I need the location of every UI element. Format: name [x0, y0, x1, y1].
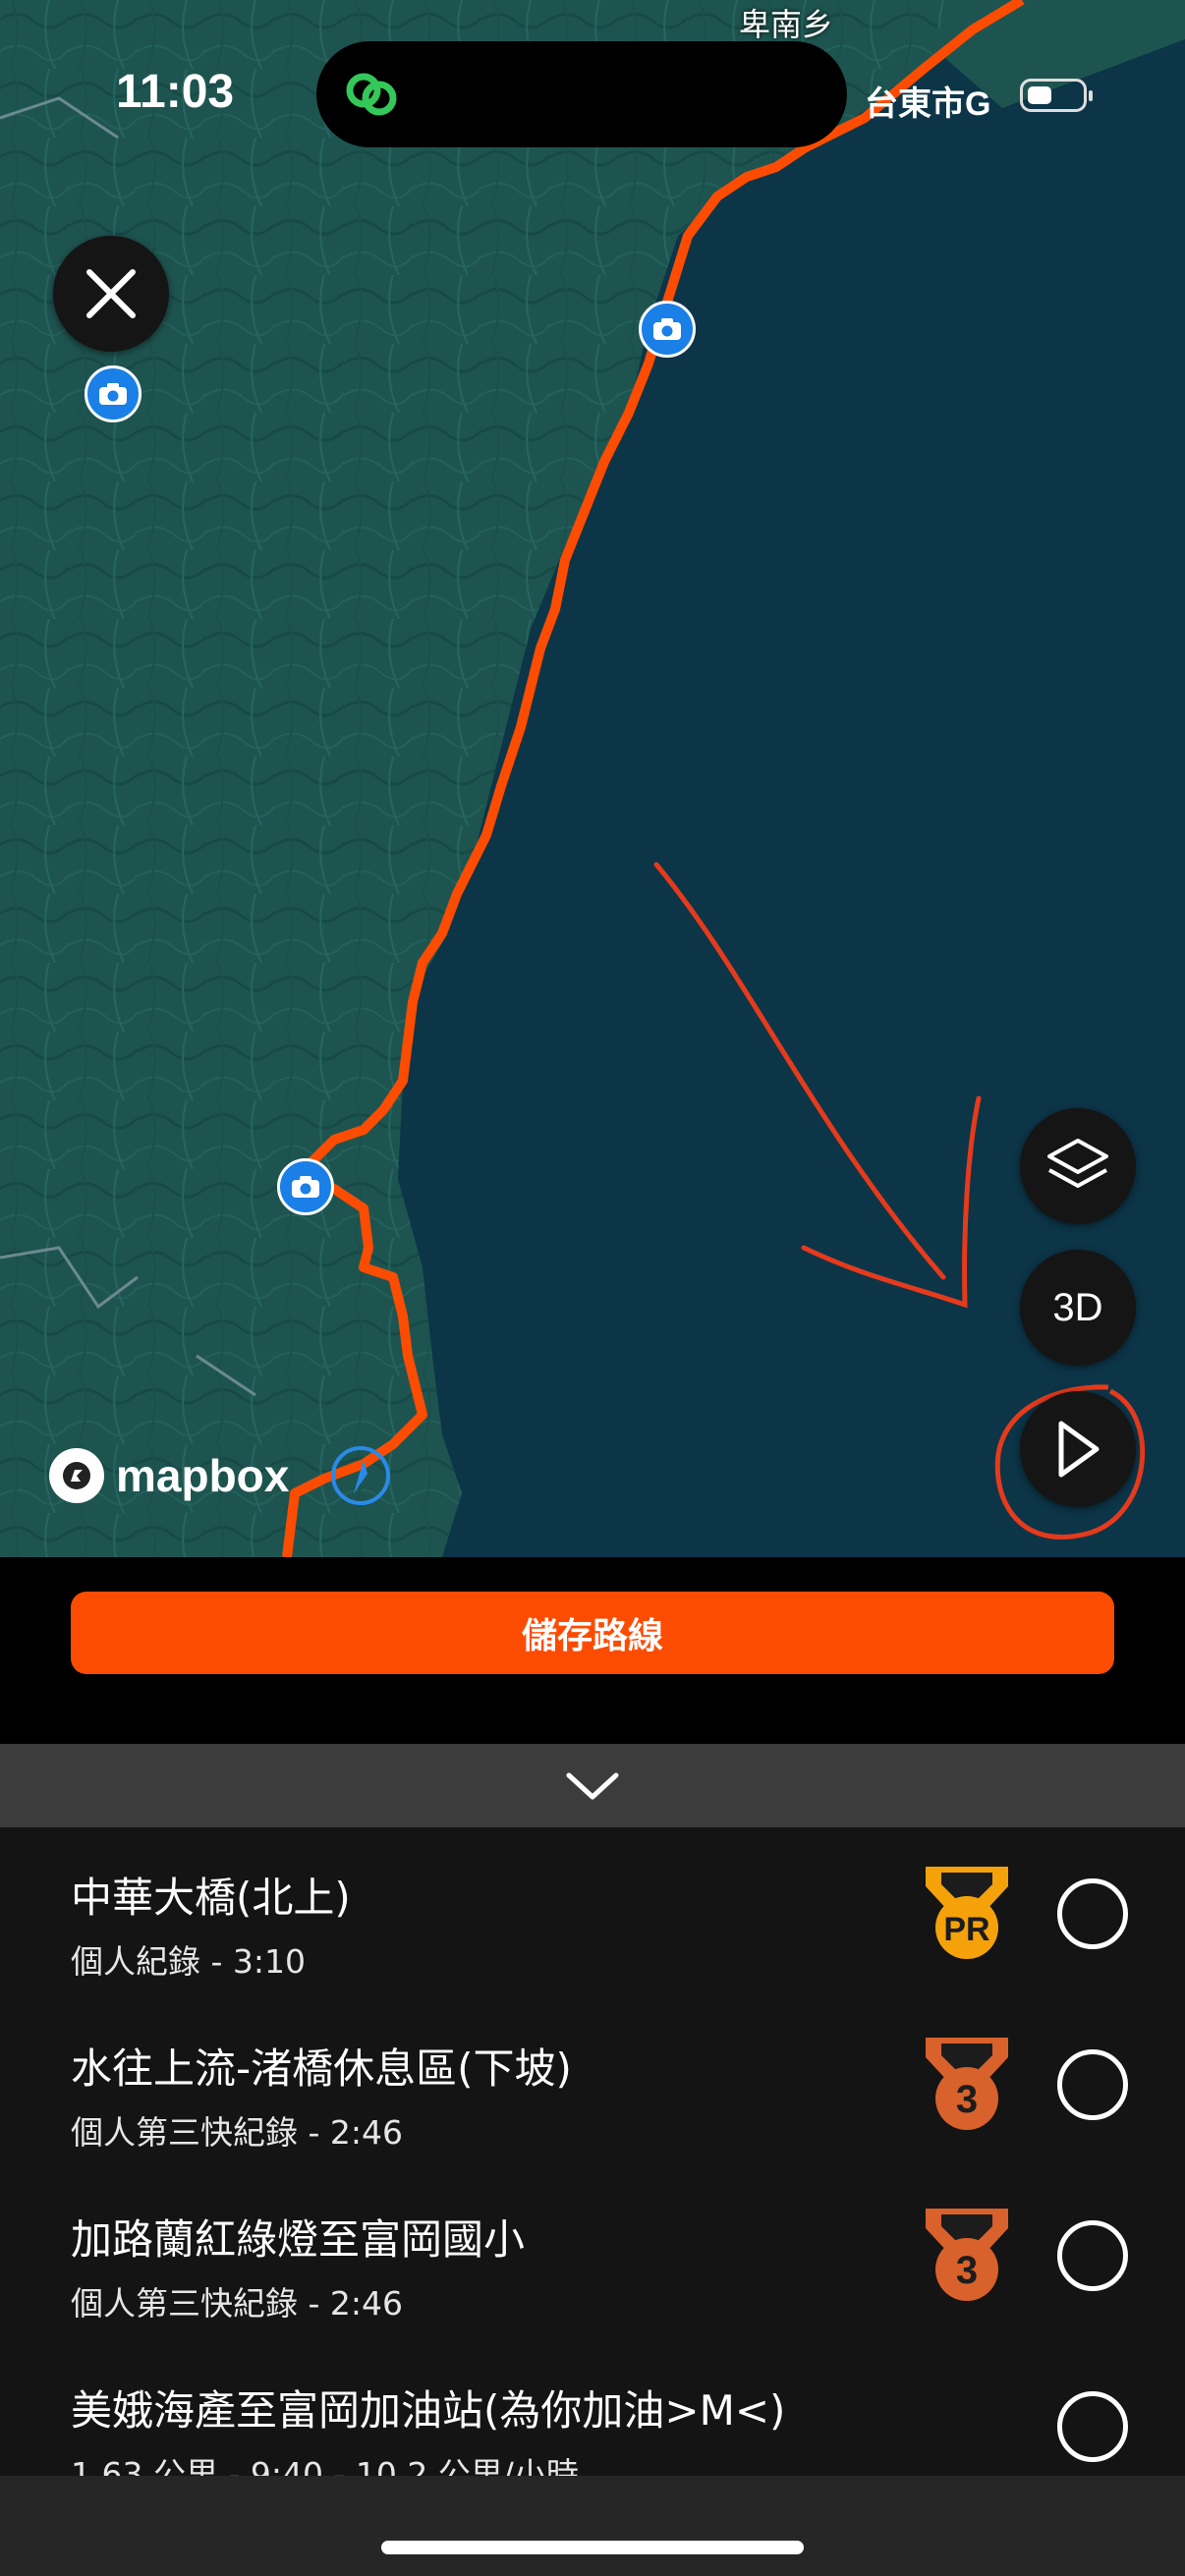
third-place-medal-icon: 3 [926, 2038, 1008, 2130]
play-icon [1058, 1421, 1100, 1478]
layers-icon [1047, 1139, 1108, 1188]
collapse-panel-bar[interactable] [0, 1744, 1185, 1827]
segment-select-radio[interactable] [1057, 2220, 1128, 2291]
mapbox-attribution[interactable]: mapbox [49, 1448, 289, 1503]
map-view[interactable]: 卑南乡 11:03 台東市G 3D mapbox [0, 0, 1185, 1557]
segment-subtitle: 1.63 公里 - 9:40 - 10.2 公里/小時 [71, 2455, 579, 2476]
segment-row[interactable]: 加路蘭紅綠燈至富岡國小 個人第三快紀錄 - 2:46 3 [0, 2169, 1185, 2340]
segment-select-radio[interactable] [1057, 2391, 1128, 2462]
town-label: 卑南乡 [739, 6, 834, 43]
segment-row[interactable]: 中華大橋(北上) 個人紀錄 - 3:10 PR [0, 1827, 1185, 1998]
mapbox-logo-icon [49, 1448, 104, 1503]
camera-icon [99, 383, 127, 405]
segment-row[interactable]: 美娥海產至富岡加油站(為你加油>M<) 1.63 公里 - 9:40 - 10.… [0, 2340, 1185, 2476]
mapbox-text: mapbox [116, 1450, 290, 1501]
photo-marker[interactable] [277, 1158, 334, 1215]
medal-label: 3 [956, 2078, 978, 2121]
dynamic-island [316, 41, 847, 147]
segment-title: 水往上流-渚橋休息區(下坡) [71, 2044, 572, 2093]
chevron-down-icon [566, 1772, 619, 1799]
status-time: 11:03 [116, 66, 235, 118]
3d-label: 3D [1052, 1285, 1103, 1329]
battery-icon [1020, 79, 1093, 112]
camera-icon [292, 1176, 319, 1198]
link-app-icon [346, 73, 397, 116]
photo-marker[interactable] [639, 301, 696, 358]
segment-subtitle: 個人紀錄 - 3:10 [71, 1942, 306, 1981]
segment-title: 加路蘭紅綠燈至富岡國小 [71, 2215, 526, 2264]
status-location-label: 台東市G [865, 85, 991, 123]
close-button[interactable] [53, 236, 169, 352]
segment-title: 中華大橋(北上) [71, 1874, 351, 1922]
medal-label: PR [943, 1911, 989, 1948]
segment-select-radio[interactable] [1057, 1878, 1128, 1949]
save-route-button[interactable]: 儲存路線 [71, 1592, 1114, 1674]
hand-drawn-arrow [653, 862, 982, 1309]
action-area: 儲存路線 [0, 1557, 1185, 1744]
pr-medal-icon: PR [926, 1867, 1008, 1959]
map-canvas[interactable] [0, 0, 1185, 1557]
close-icon [86, 269, 136, 318]
third-place-medal-icon: 3 [926, 2209, 1008, 2301]
segment-subtitle: 個人第三快紀錄 - 2:46 [71, 2113, 403, 2152]
medal-label: 3 [956, 2249, 978, 2292]
map-layers-button[interactable] [1020, 1108, 1136, 1224]
photo-marker[interactable] [85, 365, 141, 422]
segment-title: 美娥海產至富岡加油站(為你加油>M<) [71, 2386, 786, 2435]
segment-subtitle: 個人第三快紀錄 - 2:46 [71, 2284, 403, 2323]
3d-toggle-button[interactable]: 3D [1020, 1250, 1136, 1366]
play-flyover-button[interactable] [1020, 1391, 1136, 1507]
home-indicator[interactable] [381, 2541, 804, 2554]
segment-row[interactable]: 水往上流-渚橋休息區(下坡) 個人第三快紀錄 - 2:46 3 [0, 1998, 1185, 2169]
camera-icon [653, 318, 681, 340]
segment-select-radio[interactable] [1057, 2049, 1128, 2120]
segment-list: 中華大橋(北上) 個人紀錄 - 3:10 PR 水往上流-渚橋休息區(下坡) 個… [0, 1827, 1185, 2476]
bottom-safe-area [0, 2476, 1185, 2576]
